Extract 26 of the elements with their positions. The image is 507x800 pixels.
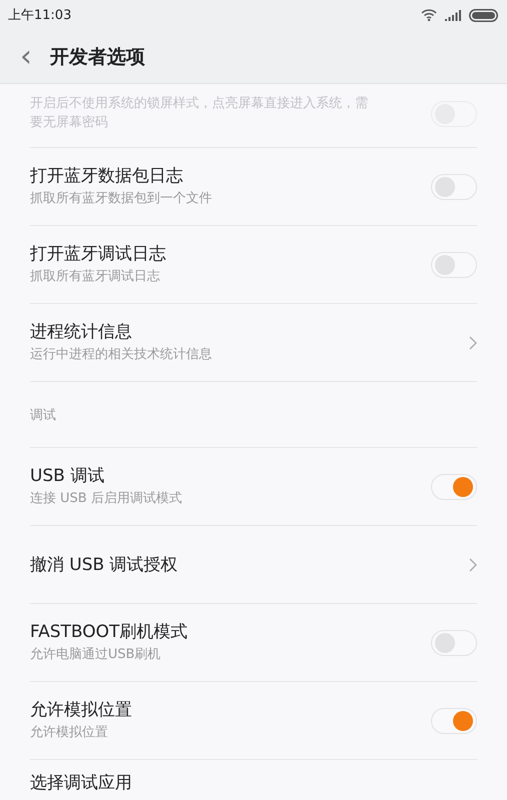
back-button[interactable]: ‹ bbox=[14, 42, 38, 72]
chevron-right-icon bbox=[469, 558, 477, 572]
section-header: 调试 bbox=[30, 406, 56, 424]
wifi-icon bbox=[421, 9, 437, 21]
setting-description: 运行中进程的相关技术统计信息 bbox=[30, 346, 212, 364]
setting-title[interactable]: 撤消 USB 调试授权 bbox=[30, 553, 178, 576]
setting-description: 允许电脑通过USB刷机 bbox=[30, 646, 162, 664]
setting-title[interactable]: FASTBOOT刷机模式 bbox=[30, 620, 188, 644]
chevron-right-icon bbox=[469, 336, 477, 350]
setting-title[interactable]: USB 调试 bbox=[30, 464, 182, 488]
status-time: 上午11:03 bbox=[8, 7, 72, 24]
page-title: 开发者选项 bbox=[50, 44, 145, 70]
battery-icon bbox=[469, 8, 499, 22]
setting-description: 抓取所有蓝牙调试日志 bbox=[30, 268, 161, 286]
setting-title[interactable]: 打开蓝牙调试日志 bbox=[30, 242, 166, 266]
toggle-switch[interactable] bbox=[431, 708, 477, 734]
setting-description: 抓取所有蓝牙数据包到一个文件 bbox=[30, 190, 212, 208]
setting-description: 连接 USB 后启用调试模式 bbox=[30, 490, 182, 508]
setting-description: 开启后不使用系统的锁屏样式，点亮屏幕直接进入系统，需要无屏幕密码 bbox=[30, 94, 369, 132]
setting-title[interactable]: 允许模拟位置 bbox=[30, 698, 132, 722]
setting-title[interactable]: 进程统计信息 bbox=[30, 320, 212, 344]
toggle-switch[interactable] bbox=[431, 474, 477, 500]
setting-title[interactable]: 选择调试应用 bbox=[30, 771, 132, 794]
signal-icon bbox=[445, 10, 461, 20]
setting-title[interactable]: 打开蓝牙数据包日志 bbox=[30, 164, 212, 188]
setting-description: 允许模拟位置 bbox=[30, 724, 109, 742]
